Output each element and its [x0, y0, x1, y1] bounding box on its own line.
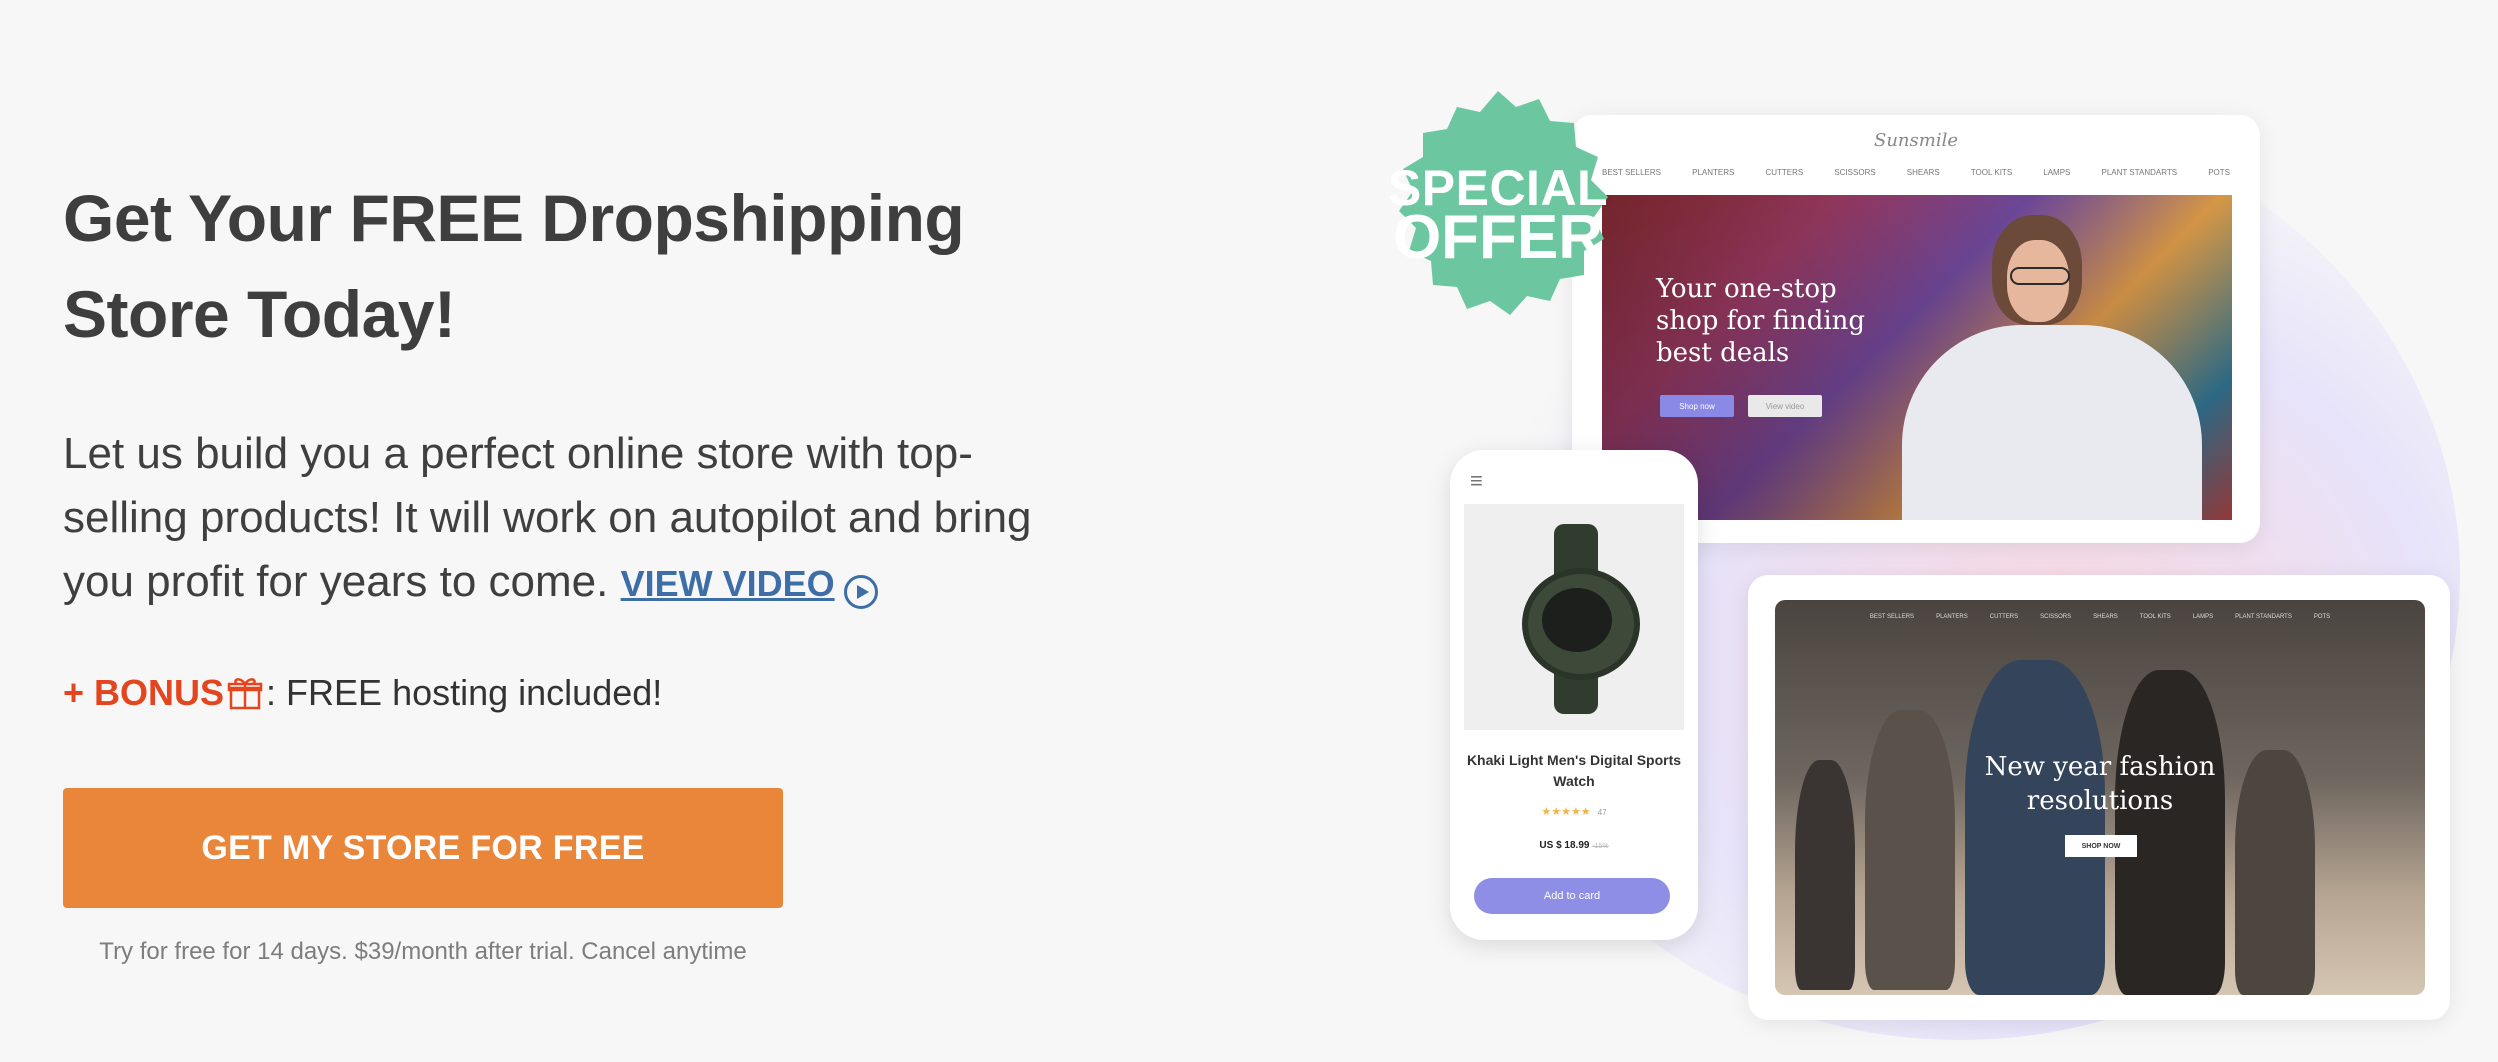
fashion-nav-item: LAMPS	[2192, 614, 2214, 620]
bonus-label: + BONUS	[63, 672, 225, 713]
view-video-label: VIEW VIDEO	[620, 563, 835, 604]
headline-line-1: Get Your FREE Dropshipping	[63, 181, 965, 255]
store-nav-item: TOOL KITS	[1970, 168, 2013, 177]
store-nav-item: POTS	[2208, 168, 2230, 177]
beach-person	[2115, 670, 2225, 995]
view-video-link[interactable]: VIEW VIDEO	[621, 552, 879, 616]
model-figure	[1902, 325, 2202, 520]
special-offer-text: SPECIAL OFFER	[1370, 163, 1626, 272]
get-store-button-label: GET MY STORE FOR FREE	[201, 828, 645, 867]
product-rating: ★★★★★ 47	[1464, 805, 1684, 818]
review-count: 47	[1597, 808, 1607, 817]
fashion-hero-image: BEST SELLERS PLANTERS CUTTERS SCISSORS S…	[1775, 600, 2425, 995]
hero-description: Let us build you a perfect online store …	[63, 422, 1063, 616]
product-image	[1464, 504, 1684, 730]
store-phone-mockup: ≡ Khaki Light Men's Digital Sports Watch…	[1450, 450, 1698, 940]
view-video-button: View video	[1748, 395, 1822, 417]
watch-dial	[1542, 588, 1612, 652]
fashion-nav-item: PLANTERS	[1936, 614, 1968, 620]
discount-value: -15%	[1592, 843, 1609, 850]
fashion-nav-item: SCISSORS	[2040, 614, 2072, 620]
product-price: US $ 18.99 -15%	[1464, 840, 1684, 851]
fashion-headline-line-1: New year fashion	[1984, 752, 2216, 782]
fashion-nav-item: POTS	[2313, 614, 2331, 620]
add-to-cart-button: Add to card	[1474, 878, 1670, 914]
fashion-nav-item: SHEARS	[2093, 614, 2118, 620]
store-nav-item: LAMPS	[2043, 168, 2071, 177]
store-nav-item: PLANTERS	[1692, 168, 1735, 177]
fashion-nav-item: CUTTERS	[1989, 614, 2019, 620]
store-hero-buttons: Shop now View video	[1660, 395, 1822, 417]
bonus-text: : FREE hosting included!	[266, 672, 663, 713]
play-circle-icon	[843, 566, 879, 609]
fashion-store-nav: BEST SELLERS PLANTERS CUTTERS SCISSORS S…	[1775, 614, 2425, 620]
hamburger-menu-icon: ≡	[1470, 468, 1483, 493]
price-value: US $ 18.99	[1539, 840, 1590, 851]
store-nav-item: SHEARS	[1906, 168, 1940, 177]
fashion-nav-item: TOOL KITS	[2139, 614, 2171, 620]
product-name: Khaki Light Men's Digital Sports Watch	[1466, 752, 1682, 789]
page-title: Get Your FREE Dropshipping Store Today!	[63, 170, 1063, 362]
store-brand-logo: Sunsmile	[1874, 130, 1958, 151]
model-glasses	[2010, 267, 2070, 285]
fashion-shop-now-button: SHOP NOW	[2065, 835, 2137, 857]
hero-section: Get Your FREE Dropshipping Store Today! …	[63, 170, 1063, 966]
shop-now-button: Shop now	[1660, 395, 1734, 417]
trial-note: Try for free for 14 days. $39/month afte…	[99, 938, 747, 965]
gift-icon	[226, 674, 264, 712]
star-rating-icon: ★★★★★	[1541, 806, 1591, 818]
fashion-nav-item: PLANT STANDARTS	[2235, 614, 2292, 620]
get-store-button[interactable]: GET MY STORE FOR FREE	[63, 788, 783, 908]
special-offer-badge: SPECIAL OFFER	[1370, 85, 1626, 341]
store-hero-image: Your one-stop shop for finding best deal…	[1602, 195, 2232, 520]
store-nav-item: PLANT STANDARTS	[2101, 168, 2178, 177]
beach-person	[1965, 660, 2105, 995]
headline-line-2: Store Today!	[63, 277, 456, 351]
fashion-store-mockup: BEST SELLERS PLANTERS CUTTERS SCISSORS S…	[1748, 575, 2450, 1020]
store-nav-item: CUTTERS	[1765, 168, 1804, 177]
hero-description-text: Let us build you a perfect online store …	[63, 429, 1032, 606]
fashion-headline-line-2: resolutions	[2026, 786, 2174, 816]
store-nav: BEST SELLERS PLANTERS CUTTERS SCISSORS S…	[1602, 168, 2230, 177]
bonus-line: + BONUS : FREE hosting included!	[63, 668, 1063, 718]
store-nav-item: SCISSORS	[1834, 168, 1876, 177]
special-offer-line-2: OFFER	[1392, 203, 1604, 272]
store-hero-headline: Your one-stop shop for finding best deal…	[1656, 274, 1866, 368]
fashion-nav-item: BEST SELLERS	[1869, 614, 1915, 620]
fashion-headline: New year fashion resolutions	[1775, 750, 2425, 818]
